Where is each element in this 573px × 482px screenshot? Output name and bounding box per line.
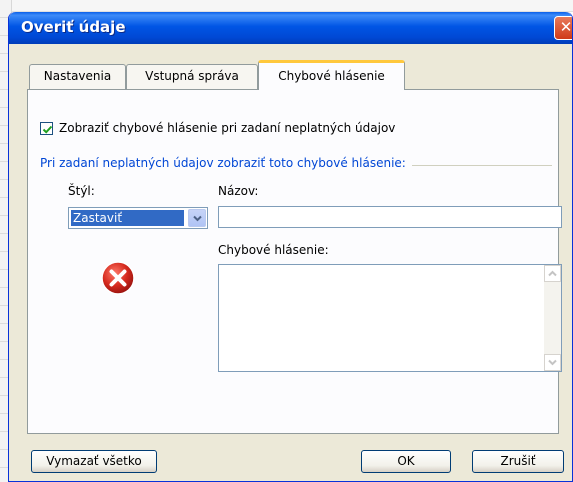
title-label: Názov: xyxy=(218,184,259,198)
show-alert-checkbox[interactable] xyxy=(40,122,53,135)
message-textarea[interactable] xyxy=(218,264,562,372)
style-selected-value: Zastaviť xyxy=(71,210,184,226)
screen: Overiť údaje ✕ Nastavenia Vstupná správa… xyxy=(0,0,573,482)
style-dropdown[interactable]: Zastaviť xyxy=(68,207,208,229)
dropdown-button[interactable] xyxy=(188,209,206,227)
tab-input-message[interactable]: Vstupná správa xyxy=(126,64,258,89)
show-alert-label: Zobraziť chybové hlásenie pri zadaní nep… xyxy=(59,121,396,135)
tab-error-alert[interactable]: Chybové hlásenie xyxy=(258,60,405,90)
dialog-title: Overiť údaje xyxy=(21,18,126,36)
checkmark-icon xyxy=(42,125,53,134)
spreadsheet-background-top xyxy=(0,0,573,12)
tab-settings[interactable]: Nastavenia xyxy=(29,64,126,89)
clear-all-button[interactable]: Vymazať všetko xyxy=(31,450,157,473)
ok-button[interactable]: OK xyxy=(361,450,451,473)
tab-panel-error-alert: Zobraziť chybové hlásenie pri zadaní nep… xyxy=(27,89,562,434)
arrow-down-icon xyxy=(548,359,557,366)
scroll-down-button[interactable] xyxy=(544,354,561,371)
arrow-up-icon xyxy=(548,270,557,277)
style-label: Štýl: xyxy=(68,184,95,198)
close-icon: ✕ xyxy=(559,18,573,36)
error-stop-icon xyxy=(101,261,135,295)
title-bar[interactable]: Overiť údaje ✕ xyxy=(9,12,572,44)
close-button[interactable]: ✕ xyxy=(554,16,573,40)
group-label: Pri zadaní neplatných údajov zobraziť to… xyxy=(40,156,412,170)
message-label: Chybové hlásenie: xyxy=(218,243,329,257)
title-input[interactable] xyxy=(218,206,562,228)
validation-dialog: Overiť údaje ✕ Nastavenia Vstupná správa… xyxy=(8,12,573,482)
cancel-button[interactable]: Zrušiť xyxy=(472,450,564,473)
chevron-down-icon xyxy=(193,215,202,222)
scroll-up-button[interactable] xyxy=(544,265,561,282)
message-scrollbar[interactable] xyxy=(544,265,561,371)
